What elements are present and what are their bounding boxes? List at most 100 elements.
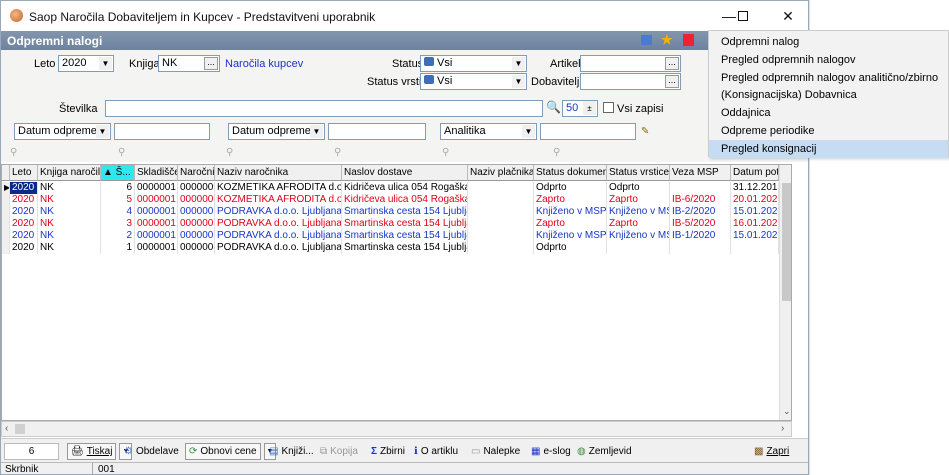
filter-funnel-icon[interactable]: ⚲	[442, 147, 453, 159]
datum-field-select-2[interactable]: Datum odpreme ▼	[228, 123, 325, 140]
menu-item[interactable]: Pregled odpremnih nalogov	[709, 51, 948, 69]
row-indicator[interactable]	[2, 206, 10, 218]
nalepke-button[interactable]: ▭ Nalepke	[471, 443, 520, 460]
knjiga-link[interactable]: Naročila kupcev	[225, 58, 303, 70]
table-cell[interactable]: 0000005	[178, 230, 215, 242]
zemljevid-button[interactable]: ◍ Zemljevid	[577, 443, 632, 460]
dobavitelj-input[interactable]: ...	[580, 73, 681, 90]
search-icon[interactable]: 🔍	[546, 100, 561, 114]
count-stepper[interactable]: 50 ±	[562, 100, 598, 117]
col-header-status-vrstice[interactable]: Status vrstice	[607, 165, 670, 181]
table-cell[interactable]	[670, 182, 731, 194]
table-cell[interactable]: NK	[38, 194, 101, 206]
row-indicator[interactable]	[2, 194, 10, 206]
table-cell[interactable]: Zaprto	[607, 194, 670, 206]
scrollbar-thumb[interactable]	[782, 183, 791, 301]
menu-item[interactable]: Oddajnica	[709, 104, 948, 122]
datum-value-input-2[interactable]	[328, 123, 426, 140]
table-cell[interactable]	[468, 242, 534, 254]
table-cell[interactable]: Knjiženo v MSP	[534, 230, 607, 242]
table-cell[interactable]	[670, 242, 731, 254]
table-cell[interactable]	[731, 242, 779, 254]
table-cell[interactable]: KOZMETIKA AFRODITA d.o.o. Ro	[215, 182, 342, 194]
table-cell[interactable]	[468, 194, 534, 206]
table-cell[interactable]: 0000009	[178, 182, 215, 194]
table-cell[interactable]: NK	[38, 182, 101, 194]
analitika-select[interactable]: Analitika ▼	[440, 123, 537, 140]
eslog-button[interactable]: ▦ e-slog	[531, 443, 571, 460]
table-cell[interactable]	[468, 230, 534, 242]
table-cell[interactable]: 0000009	[178, 194, 215, 206]
table-cell[interactable]	[468, 218, 534, 230]
close-icon[interactable]: ✕	[766, 1, 808, 31]
scroll-down-icon[interactable]: ⌄	[783, 406, 791, 417]
scroll-left-icon[interactable]: ‹	[5, 423, 8, 434]
table-cell[interactable]: 5	[101, 194, 135, 206]
filter-funnel-icon[interactable]: ⚲	[226, 147, 237, 159]
lookup-icon[interactable]: ...	[665, 75, 679, 88]
col-header-naziv-narocnika[interactable]: Naziv naročnika	[215, 165, 342, 181]
table-cell[interactable]: PODRAVKA d.o.o. Ljubljana	[215, 206, 342, 218]
table-row[interactable]: 2020NK200000010000005PODRAVKA d.o.o. Lju…	[2, 230, 779, 242]
table-cell[interactable]: 4	[101, 206, 135, 218]
table-cell[interactable]: PODRAVKA d.o.o. Ljubljana	[215, 230, 342, 242]
table-cell[interactable]: 31.12.2018	[731, 182, 779, 194]
table-cell[interactable]: NK	[38, 242, 101, 254]
table-cell[interactable]: 0000001	[135, 182, 178, 194]
table-cell[interactable]: 2020	[10, 242, 38, 254]
table-row[interactable]: 2020NK300000010000005PODRAVKA d.o.o. Lju…	[2, 218, 779, 230]
export-icon[interactable]	[683, 34, 694, 46]
table-cell[interactable]: 2	[101, 230, 135, 242]
filter-funnel-icon[interactable]: ⚲	[118, 147, 129, 159]
tiskaj-button[interactable]: 🖨 Tiskaj ▼	[67, 443, 133, 460]
menu-item[interactable]: Pregled konsignacij	[709, 139, 948, 158]
table-cell[interactable]: Zaprto	[534, 218, 607, 230]
table-cell[interactable]: Kidričeva ulica 054 Rogaška Slat	[342, 194, 468, 206]
table-cell[interactable]: Šmartinska cesta 154 Ljubljana	[342, 218, 468, 230]
table-cell[interactable]: Šmartinska cesta 154 Ljubljana	[342, 230, 468, 242]
horizontal-scrollbar[interactable]: ‹ ›	[1, 421, 792, 437]
table-cell[interactable]: 6	[101, 182, 135, 194]
table-cell[interactable]: NK	[38, 218, 101, 230]
col-header-naslov-dostave[interactable]: Naslov dostave	[342, 165, 468, 181]
table-row[interactable]: 2020NK100000010000005PODRAVKA d.o.o. Lju…	[2, 242, 779, 254]
analitika-input[interactable]	[540, 123, 636, 140]
knjiga-input[interactable]: NK...	[158, 55, 220, 72]
table-cell[interactable]: 2020	[10, 230, 38, 242]
table-cell[interactable]	[607, 242, 670, 254]
table-cell[interactable]: Zaprto	[534, 194, 607, 206]
table-cell[interactable]: Odprto	[534, 182, 607, 194]
lookup-icon[interactable]: ...	[204, 57, 218, 70]
table-cell[interactable]: IB-2/2020	[670, 206, 731, 218]
scroll-right-icon[interactable]: ›	[781, 423, 784, 434]
status-vrstic-select[interactable]: Vsi ▼	[420, 73, 527, 90]
o-artiklu-button[interactable]: ℹO artiklu	[414, 443, 458, 460]
filter-funnel-icon[interactable]: ⚲	[334, 147, 345, 159]
table-cell[interactable]: 0000001	[135, 242, 178, 254]
row-indicator[interactable]	[2, 218, 10, 230]
table-cell[interactable]: 0000001	[135, 206, 178, 218]
menu-item[interactable]: Odpreme periodike	[709, 122, 948, 140]
table-cell[interactable]: 0000001	[135, 230, 178, 242]
col-header-skladisce[interactable]: Skladišče	[135, 165, 178, 181]
stepper-icon[interactable]: ±	[583, 101, 596, 115]
scrollbar-thumb[interactable]	[15, 424, 25, 434]
table-cell[interactable]: 0000001	[135, 194, 178, 206]
table-cell[interactable]: Kidričeva ulica 054 Rogaška Slat	[342, 182, 468, 194]
artikel-input[interactable]: ...	[580, 55, 681, 72]
table-row[interactable]: ▶2020NK600000010000009KOZMETIKA AFRODITA…	[2, 182, 779, 194]
table-cell[interactable]: 15.01.2020	[731, 206, 779, 218]
maximize-icon[interactable]	[720, 1, 766, 31]
knjizi-button[interactable]: ▤ Knjiži...	[269, 443, 314, 460]
table-cell[interactable]: Šmartinska cesta 154 Ljubljana	[342, 206, 468, 218]
col-header-status-dokumenta[interactable]: Status dokumenta	[534, 165, 607, 181]
datum-field-select-1[interactable]: Datum odpreme ▼	[14, 123, 111, 140]
col-header-knjiga[interactable]: Knjiga naročila	[38, 165, 101, 181]
table-cell[interactable]: 16.01.2020	[731, 218, 779, 230]
table-cell[interactable]: 2020	[10, 182, 38, 194]
row-indicator[interactable]: ▶	[2, 182, 10, 194]
table-cell[interactable]: IB-6/2020	[670, 194, 731, 206]
table-row[interactable]: 2020NK400000010000005PODRAVKA d.o.o. Lju…	[2, 206, 779, 218]
status-select[interactable]: Vsi ▼	[420, 55, 527, 72]
zbirni-button[interactable]: Σ Zbirni	[371, 443, 405, 460]
